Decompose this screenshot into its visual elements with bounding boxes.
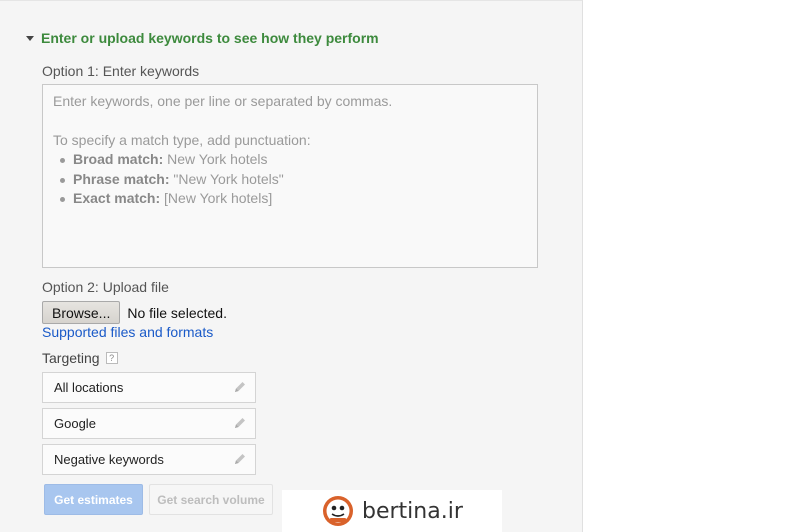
option2-label: Option 2: Upload file <box>42 279 169 295</box>
pencil-icon[interactable] <box>233 416 247 430</box>
targeting-network[interactable]: Google <box>42 408 256 439</box>
placeholder-line-1: Enter keywords, one per line or separate… <box>53 93 393 109</box>
help-icon[interactable]: ? <box>105 352 118 364</box>
browse-button[interactable]: Browse... <box>42 301 121 324</box>
pencil-icon[interactable] <box>233 380 247 394</box>
match-type-exact: Exact match: [New York hotels] <box>60 189 527 209</box>
targeting-label: Targeting <box>42 350 100 366</box>
pencil-icon[interactable] <box>233 452 247 466</box>
targeting-item-label: Google <box>54 416 96 431</box>
section-title: Enter or upload keywords to see how they… <box>41 30 379 46</box>
targeting-locations[interactable]: All locations <box>42 372 256 403</box>
targeting-negative-keywords[interactable]: Negative keywords <box>42 444 256 475</box>
option1-label: Option 1: Enter keywords <box>42 63 200 79</box>
section-toggle[interactable]: Enter or upload keywords to see how they… <box>26 27 379 49</box>
get-search-volume-button[interactable]: Get search volume <box>149 484 273 515</box>
targeting-item-label: Negative keywords <box>54 452 164 467</box>
supported-formats-link[interactable]: Supported files and formats <box>42 324 213 340</box>
get-estimates-button[interactable]: Get estimates <box>44 484 143 515</box>
placeholder-line-2: To specify a match type, add punctuation… <box>53 131 311 148</box>
targeting-item-label: All locations <box>54 380 124 395</box>
keywords-textarea[interactable]: Enter keywords, one per line or separate… <box>42 84 538 268</box>
watermark-text: bertina.ir <box>362 498 463 524</box>
file-upload: Browse... No file selected. <box>42 301 227 324</box>
match-type-broad: Broad match: New York hotels <box>60 150 527 170</box>
match-type-list: Broad match: New York hotels Phrase matc… <box>53 150 527 209</box>
watermark: bertina.ir <box>282 490 502 532</box>
keyword-planner-panel: Enter or upload keywords to see how they… <box>0 0 583 532</box>
bertina-logo-icon <box>323 496 353 526</box>
caret-down-icon <box>26 36 34 41</box>
targeting-header: Targeting ? <box>42 350 118 366</box>
file-status: No file selected. <box>127 304 227 321</box>
match-type-phrase: Phrase match: "New York hotels" <box>60 170 527 190</box>
